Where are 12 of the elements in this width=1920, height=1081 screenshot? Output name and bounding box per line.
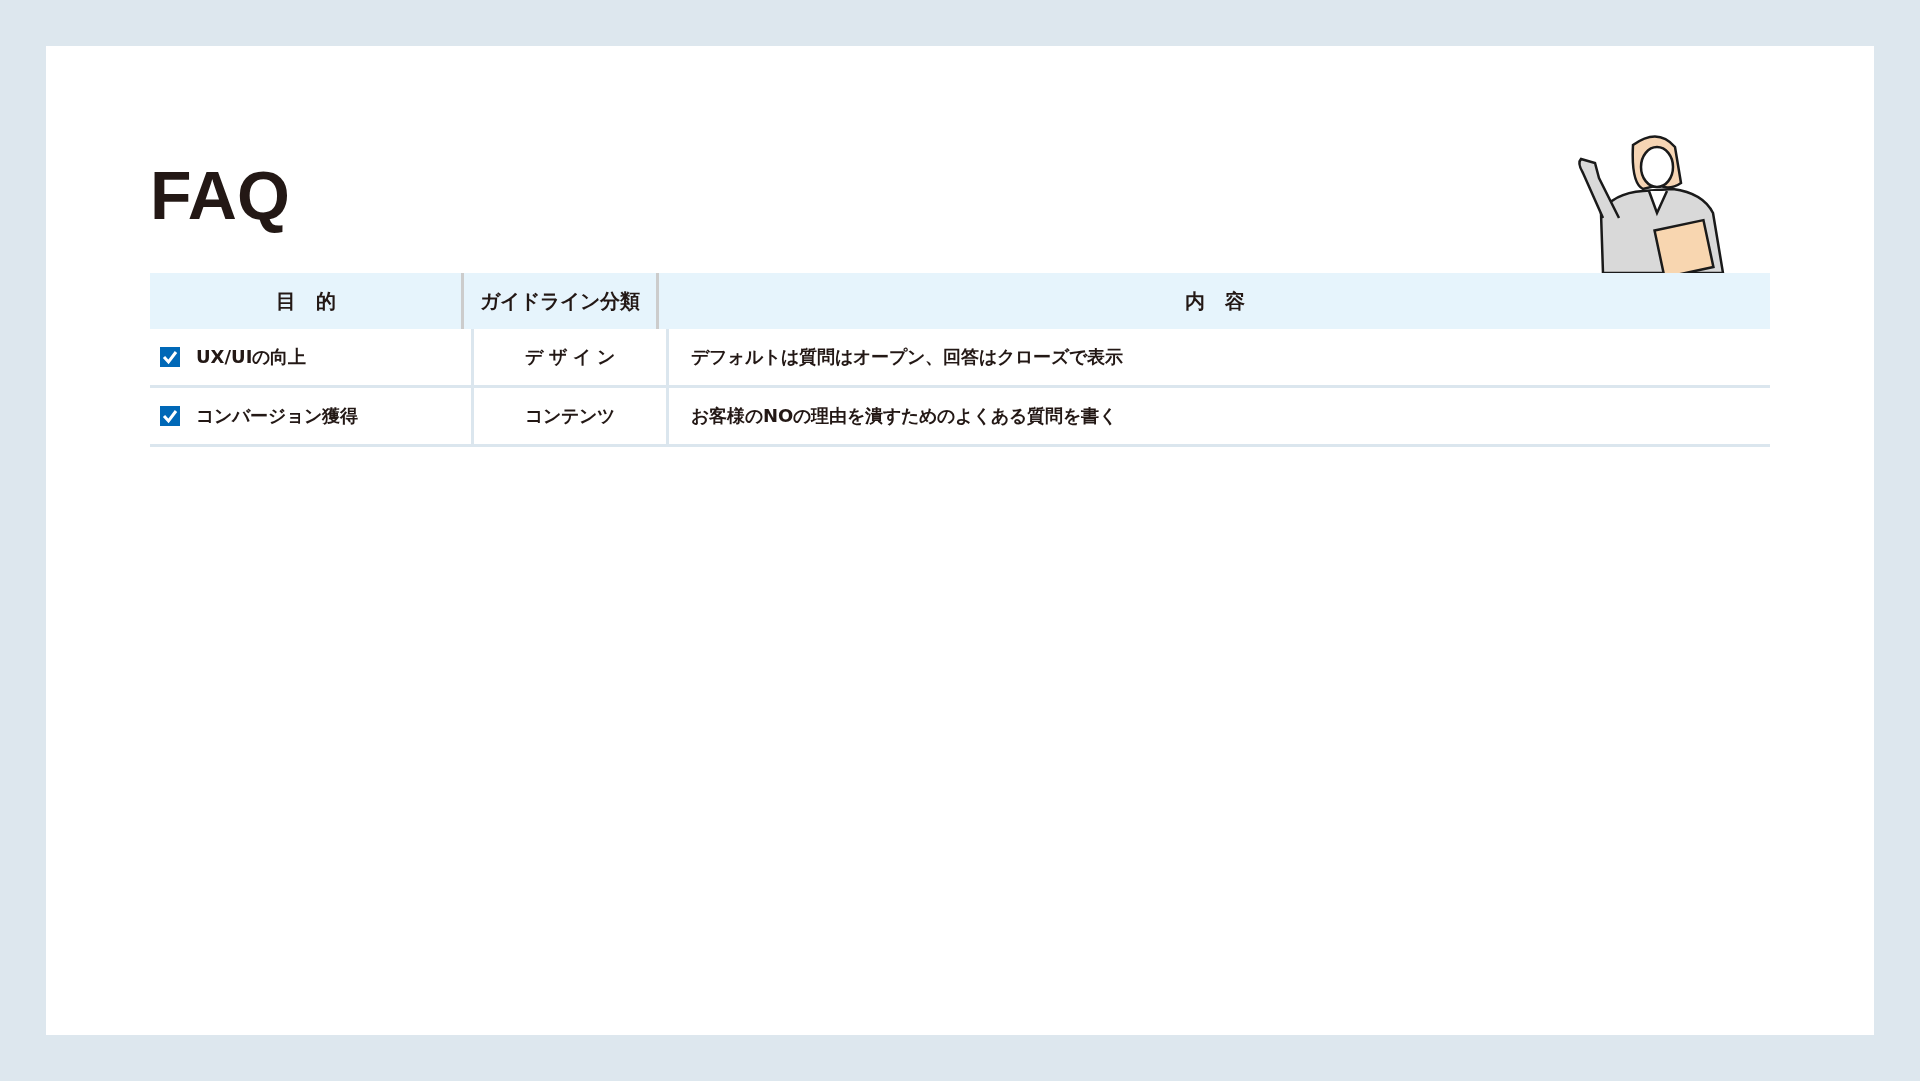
table-cell: デフォルトは質問はオープン、回答はクローズで表示 <box>666 329 1770 385</box>
column-header: ガイドライン分類 <box>461 273 656 329</box>
purpose-text: コンバージョン獲得 <box>196 404 358 428</box>
table-cell: デ ザ イ ン <box>471 329 666 385</box>
purpose-text: UX/UIの向上 <box>196 345 307 369</box>
checkbox[interactable] <box>160 347 180 367</box>
column-header: 内 容 <box>656 273 1770 329</box>
table-cell: コンテンツ <box>471 388 666 444</box>
page-title: FAQ <box>150 158 290 233</box>
table-cell: お客様のNOの理由を潰すためのよくある質問を書く <box>666 388 1770 444</box>
column-header: 目 的 <box>274 287 337 315</box>
checkbox[interactable] <box>160 406 180 426</box>
